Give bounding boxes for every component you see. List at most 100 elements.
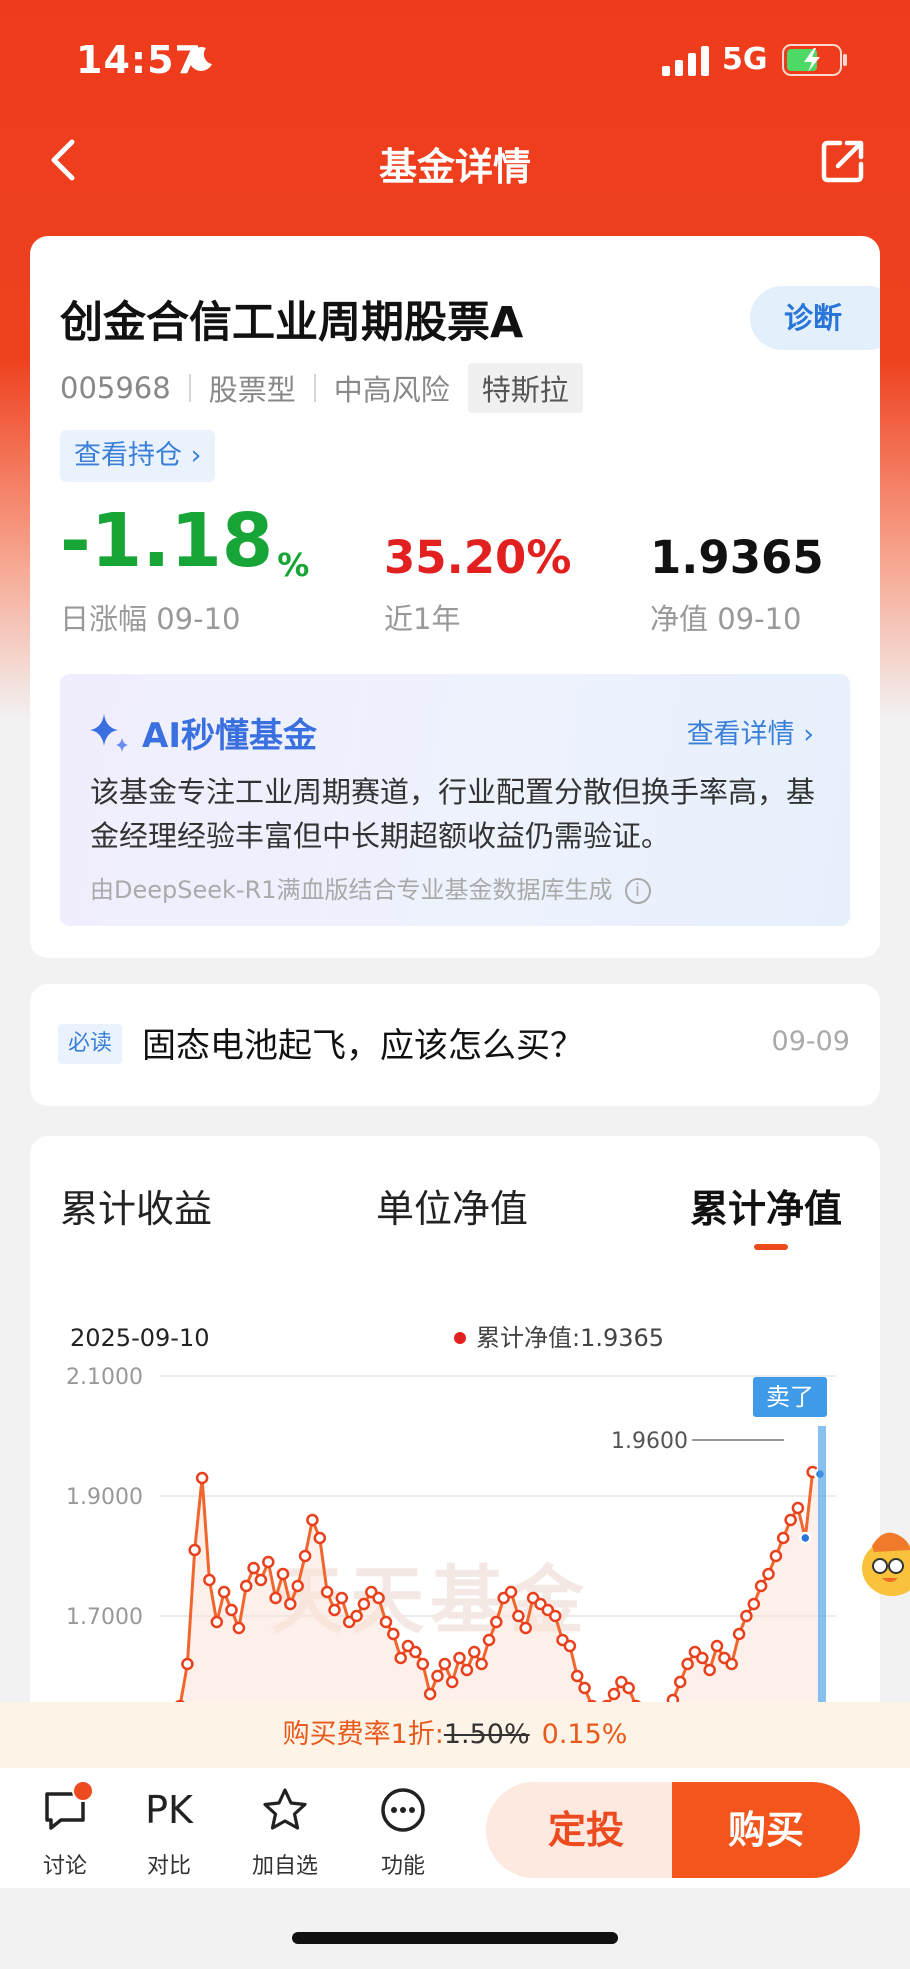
data-point bbox=[563, 1639, 577, 1653]
functions-label: 功能 bbox=[380, 1854, 425, 1879]
mascot-icon[interactable] bbox=[854, 1520, 910, 1602]
ai-title: AI秒懂基金 bbox=[142, 716, 317, 756]
ai-view-details-link[interactable]: 查看详情 › bbox=[687, 712, 814, 751]
nav-value: 1.9365 bbox=[650, 531, 824, 584]
news-date: 09-09 bbox=[771, 1026, 850, 1057]
data-point bbox=[210, 1615, 224, 1629]
home-indicator[interactable] bbox=[292, 1932, 618, 1944]
data-point bbox=[269, 1591, 282, 1605]
data-point bbox=[181, 1657, 194, 1671]
data-point bbox=[504, 1585, 518, 1599]
data-point bbox=[747, 1597, 761, 1611]
data-point bbox=[350, 1609, 363, 1623]
y-tick-label: 1.7000 bbox=[66, 1605, 143, 1630]
data-point bbox=[291, 1579, 304, 1593]
share-icon[interactable] bbox=[820, 138, 866, 184]
tab-unit-nav[interactable]: 单位净值 bbox=[376, 1178, 528, 1233]
sparkle-icon bbox=[90, 714, 128, 752]
data-point bbox=[247, 1561, 260, 1575]
pk-icon: PK bbox=[145, 1788, 193, 1832]
daily-change-label: 日涨幅 09-10 bbox=[60, 602, 241, 636]
network-type: 5G bbox=[722, 42, 768, 77]
fund-name: 创金合信工业周期股票A bbox=[60, 298, 524, 348]
data-point bbox=[732, 1627, 746, 1641]
notification-badge bbox=[72, 1780, 94, 1802]
diagnose-button[interactable]: 诊断 bbox=[750, 286, 880, 350]
ai-summary-box[interactable]: AI秒懂基金 查看详情 › 该基金专注工业周期赛道，行业配置分散但换手率高，基金… bbox=[60, 674, 850, 926]
fee-prefix: 购买费率1折: bbox=[282, 1719, 444, 1750]
data-point bbox=[372, 1591, 385, 1605]
active-tab-indicator bbox=[754, 1244, 788, 1250]
sell-marker-label: 卖了 bbox=[766, 1383, 814, 1411]
data-point bbox=[225, 1603, 238, 1617]
tab-cumulative-nav[interactable]: 累计净值 bbox=[690, 1178, 842, 1233]
fund-summary-card: 创金合信工业周期股票A 诊断 005968 股票型 中高风险 特斯拉 查看持仓 … bbox=[30, 236, 880, 958]
data-point bbox=[703, 1663, 716, 1677]
info-icon[interactable]: i bbox=[624, 878, 651, 904]
fund-type: 股票型 bbox=[208, 373, 296, 407]
news-title[interactable]: 固态电池起飞，应该怎么买？ bbox=[142, 1018, 584, 1067]
buy-button[interactable]: 购买 bbox=[672, 1782, 860, 1878]
watchlist-label: 加自选 bbox=[251, 1854, 318, 1879]
data-point bbox=[431, 1669, 444, 1683]
battery-charging-icon bbox=[782, 44, 847, 76]
data-point bbox=[306, 1513, 319, 1527]
data-point bbox=[423, 1687, 437, 1701]
year-return-label: 近1年 bbox=[384, 602, 461, 636]
data-point bbox=[188, 1543, 201, 1557]
data-point bbox=[784, 1513, 797, 1527]
data-point bbox=[328, 1603, 341, 1617]
divider bbox=[313, 374, 316, 402]
data-point bbox=[409, 1645, 422, 1659]
data-point bbox=[578, 1681, 591, 1695]
data-point bbox=[394, 1651, 407, 1665]
data-point bbox=[622, 1681, 635, 1695]
data-point bbox=[512, 1609, 525, 1623]
data-point bbox=[710, 1639, 724, 1653]
data-point bbox=[445, 1675, 459, 1689]
data-point bbox=[232, 1621, 246, 1635]
data-point bbox=[276, 1567, 290, 1581]
compare-label: 对比 bbox=[146, 1854, 191, 1879]
year-return-stat: 35.20% 近1年 bbox=[384, 504, 571, 638]
data-point bbox=[791, 1501, 805, 1515]
legend-dot bbox=[454, 1332, 466, 1344]
page-title: 基金详情 bbox=[378, 145, 531, 189]
fee-rate-bar[interactable]: 购买费率1折:1.50% 0.15% bbox=[0, 1702, 910, 1768]
data-point bbox=[217, 1585, 231, 1599]
data-point bbox=[262, 1555, 275, 1569]
data-point bbox=[320, 1585, 334, 1599]
daily-change-stat: -1.18% 日涨幅 09-10 bbox=[60, 498, 309, 638]
data-point bbox=[754, 1579, 768, 1593]
y-tick-label: 1.9000 bbox=[66, 1485, 143, 1510]
data-point bbox=[548, 1609, 562, 1623]
ai-summary-text: 该基金专注工业周期赛道，行业配置分散但换手率高，基金经理经验丰富但中长期超额收益… bbox=[90, 775, 816, 853]
data-point bbox=[776, 1531, 790, 1545]
must-read-badge: 必读 bbox=[58, 1024, 123, 1064]
ai-source-note: 由DeepSeek-R1满血版结合专业基金数据库生成 i bbox=[90, 870, 651, 905]
signal-icon bbox=[662, 46, 709, 76]
data-point bbox=[379, 1615, 393, 1629]
compare-button[interactable]: PK 对比 bbox=[124, 1786, 214, 1880]
data-point bbox=[696, 1651, 709, 1665]
data-point bbox=[357, 1597, 371, 1611]
discuss-button[interactable]: 讨论 bbox=[20, 1780, 110, 1880]
bottom-action-bar: 讨论 PK 对比 加自选 功能 定投 购买 bbox=[0, 1768, 910, 1888]
ai-source-text: 由DeepSeek-R1满血版结合专业基金数据库生成 bbox=[90, 876, 613, 904]
star-icon bbox=[263, 1788, 307, 1830]
view-holdings-link[interactable]: 查看持仓 › bbox=[60, 430, 216, 482]
data-point bbox=[482, 1633, 496, 1647]
status-bar: 14:57 5G bbox=[0, 0, 910, 120]
nav-stat: 1.9365 净值 09-10 bbox=[650, 504, 824, 638]
data-point bbox=[335, 1591, 349, 1605]
fund-theme-tag[interactable]: 特斯拉 bbox=[467, 363, 583, 413]
auto-invest-button[interactable]: 定投 bbox=[486, 1782, 686, 1878]
tab-cumulative-return[interactable]: 累计收益 bbox=[60, 1178, 212, 1233]
more-icon bbox=[381, 1788, 425, 1832]
data-point bbox=[298, 1549, 312, 1563]
nav-chart[interactable]: 2025-09-10 累计净值:1.9365 2.1000 1.9000 1.700… bbox=[30, 1286, 880, 1716]
news-card[interactable]: 必读 固态电池起飞，应该怎么买？ 09-09 bbox=[30, 984, 880, 1106]
add-watchlist-button[interactable]: 加自选 bbox=[240, 1786, 330, 1880]
functions-button[interactable]: 功能 bbox=[358, 1786, 448, 1880]
data-point bbox=[284, 1597, 297, 1611]
